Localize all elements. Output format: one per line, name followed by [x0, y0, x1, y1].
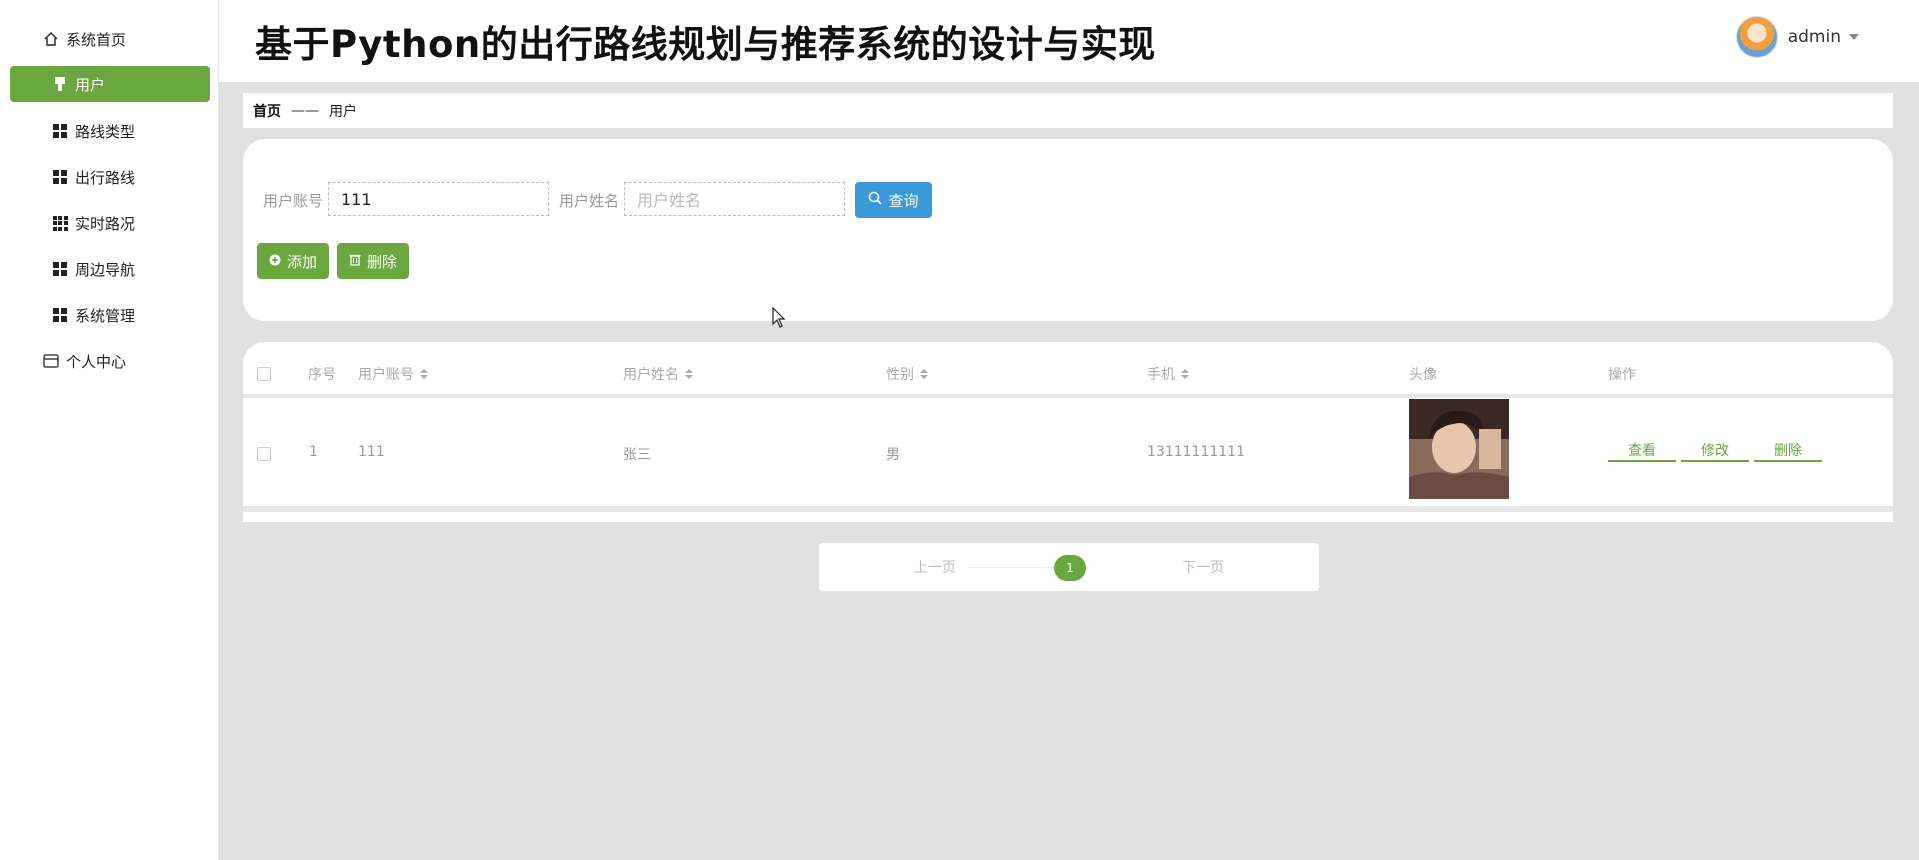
- sort-icon: [420, 369, 428, 379]
- page-number-button[interactable]: 1: [1054, 555, 1086, 581]
- sidebar-item-label: 系统管理: [75, 306, 136, 325]
- grid-icon: [52, 123, 68, 139]
- prev-page-button[interactable]: 上一页: [914, 557, 956, 577]
- add-label: 添加: [286, 252, 317, 271]
- delete-label: 删除: [366, 252, 397, 271]
- column-header-gender[interactable]: 性别: [886, 364, 928, 384]
- mouse-cursor-icon: [772, 306, 786, 333]
- sort-icon: [1181, 369, 1189, 379]
- sidebar-item-nearby-nav[interactable]: 周边导航: [10, 251, 210, 287]
- cell-account: 111: [358, 444, 385, 460]
- sidebar-item-label: 系统首页: [66, 30, 127, 49]
- plus-circle-icon: [269, 252, 281, 270]
- grid9-icon: [52, 215, 68, 231]
- breadcrumb-separator: ——: [291, 102, 319, 119]
- pagination: 上一页 1 下一页: [819, 543, 1319, 591]
- column-header-avatar: 头像: [1409, 367, 1437, 383]
- account-label: 用户账号: [263, 192, 324, 210]
- caret-down-icon: [1849, 34, 1859, 40]
- trash-icon: [349, 252, 361, 270]
- sidebar-item-label: 实时路况: [75, 214, 136, 233]
- cell-phone: 13111111111: [1147, 444, 1245, 460]
- home-icon: [43, 31, 59, 47]
- sidebar-item-traffic[interactable]: 实时路况: [10, 205, 210, 241]
- account-input[interactable]: 111: [328, 182, 549, 216]
- search-panel: 用户账号 111 用户姓名 用户姓名 查询 添加 删除: [243, 139, 1893, 321]
- sidebar-item-travel-routes[interactable]: 出行路线: [10, 159, 210, 195]
- sidebar-item-users[interactable]: 用户: [10, 66, 210, 102]
- breadcrumb-current: 用户: [329, 103, 357, 120]
- grid-icon: [52, 261, 68, 277]
- edit-button[interactable]: 修改: [1681, 440, 1749, 462]
- name-label: 用户姓名: [559, 192, 620, 210]
- avatar: [1735, 16, 1778, 58]
- column-header-name[interactable]: 用户姓名: [623, 364, 693, 384]
- column-header-phone[interactable]: 手机: [1147, 364, 1189, 384]
- card-icon: [43, 353, 59, 369]
- cell-name: 张三: [623, 447, 651, 463]
- pin-icon: [52, 76, 68, 92]
- column-header-index: 序号: [308, 367, 336, 383]
- row-checkbox[interactable]: [257, 447, 271, 461]
- user-photo: [1409, 399, 1509, 499]
- query-label: 查询: [888, 191, 919, 210]
- sidebar-item-label: 出行路线: [75, 168, 136, 187]
- page-title: 基于Python的出行路线规划与推荐系统的设计与实现: [255, 23, 1156, 66]
- cell-index: 1: [309, 444, 318, 460]
- sidebar-item-profile[interactable]: 个人中心: [10, 343, 210, 379]
- breadcrumb-home[interactable]: 首页: [253, 101, 281, 121]
- header-divider: [243, 394, 1893, 398]
- delete-row-button[interactable]: 删除: [1754, 440, 1822, 462]
- column-header-account[interactable]: 用户账号: [358, 364, 428, 384]
- search-icon: [868, 191, 883, 209]
- sidebar-item-route-types[interactable]: 路线类型: [10, 113, 210, 149]
- sort-icon: [920, 369, 928, 379]
- user-menu[interactable]: admin: [1735, 16, 1859, 58]
- name-input[interactable]: 用户姓名: [624, 182, 845, 216]
- sidebar-item-label: 个人中心: [66, 352, 127, 371]
- sidebar-item-label: 用户: [75, 75, 106, 94]
- breadcrumb: 首页 —— 用户: [243, 93, 1893, 128]
- user-table: 序号 用户账号 用户姓名 性别 手机 头像 操作 1 111 张三 男 1311…: [243, 342, 1893, 522]
- grid-icon: [52, 169, 68, 185]
- sidebar-item-system-admin[interactable]: 系统管理: [10, 297, 210, 333]
- sidebar-item-label: 周边导航: [75, 260, 136, 279]
- grid-icon: [52, 307, 68, 323]
- sidebar-item-home[interactable]: 系统首页: [10, 21, 210, 57]
- select-all-checkbox[interactable]: [257, 367, 271, 381]
- sidebar-item-label: 路线类型: [75, 122, 136, 141]
- user-name: admin: [1787, 27, 1841, 47]
- add-button[interactable]: 添加: [257, 243, 329, 279]
- view-button[interactable]: 查看: [1608, 440, 1676, 462]
- next-page-button[interactable]: 下一页: [1182, 557, 1224, 577]
- query-button[interactable]: 查询: [855, 182, 932, 218]
- sidebar: 系统首页 用户 路线类型 出行路线 实时路况 周边导航 系统管理 个人中心: [0, 0, 219, 860]
- delete-button[interactable]: 删除: [337, 243, 409, 279]
- row-divider: [243, 506, 1893, 512]
- cell-gender: 男: [886, 447, 900, 463]
- column-header-actions: 操作: [1608, 367, 1636, 383]
- sort-icon: [685, 369, 693, 379]
- header: 基于Python的出行路线规划与推荐系统的设计与实现 admin: [219, 0, 1919, 82]
